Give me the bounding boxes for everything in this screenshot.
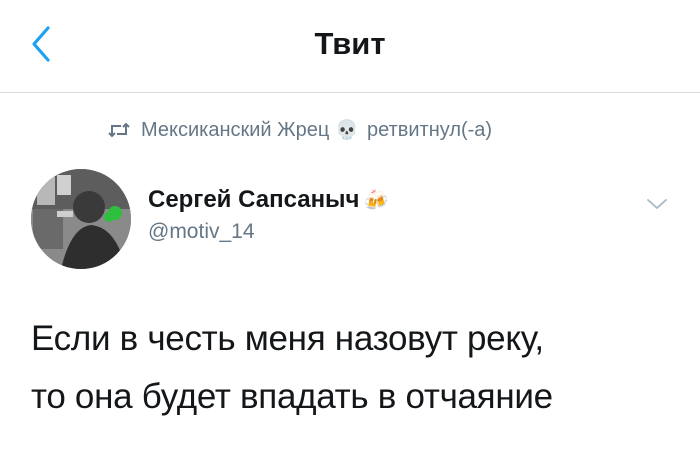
- tweet-menu-button[interactable]: [645, 195, 669, 213]
- retweet-context: Мексиканский Жрец 💀 ретвитнул(-а): [107, 116, 492, 144]
- top-bar: Твит: [0, 0, 700, 93]
- author-name-text: Сергей Сапсаныч: [148, 186, 360, 213]
- tweet-text-line: то она будет впадать в отчаяние: [31, 377, 553, 416]
- tweet-text: Если в честь меня назовут реку, то она б…: [31, 310, 681, 426]
- retweet-icon: [108, 122, 130, 138]
- retweet-action-text: ретвитнул(-а): [367, 118, 493, 141]
- tweet-text-line: Если в честь меня назовут реку,: [31, 319, 544, 358]
- avatar[interactable]: [31, 169, 131, 269]
- page-title: Твит: [314, 26, 386, 61]
- beer-emoji: 🍻: [363, 189, 389, 212]
- author-handle[interactable]: @motiv_14: [148, 220, 255, 244]
- author-name[interactable]: Сергей Сапсаныч 🍻: [148, 186, 388, 214]
- skull-emoji: 💀: [335, 120, 360, 141]
- avatar-image: [31, 169, 131, 269]
- chevron-down-icon: [647, 199, 667, 209]
- retweeter-name[interactable]: Мексиканский Жрец: [141, 119, 329, 142]
